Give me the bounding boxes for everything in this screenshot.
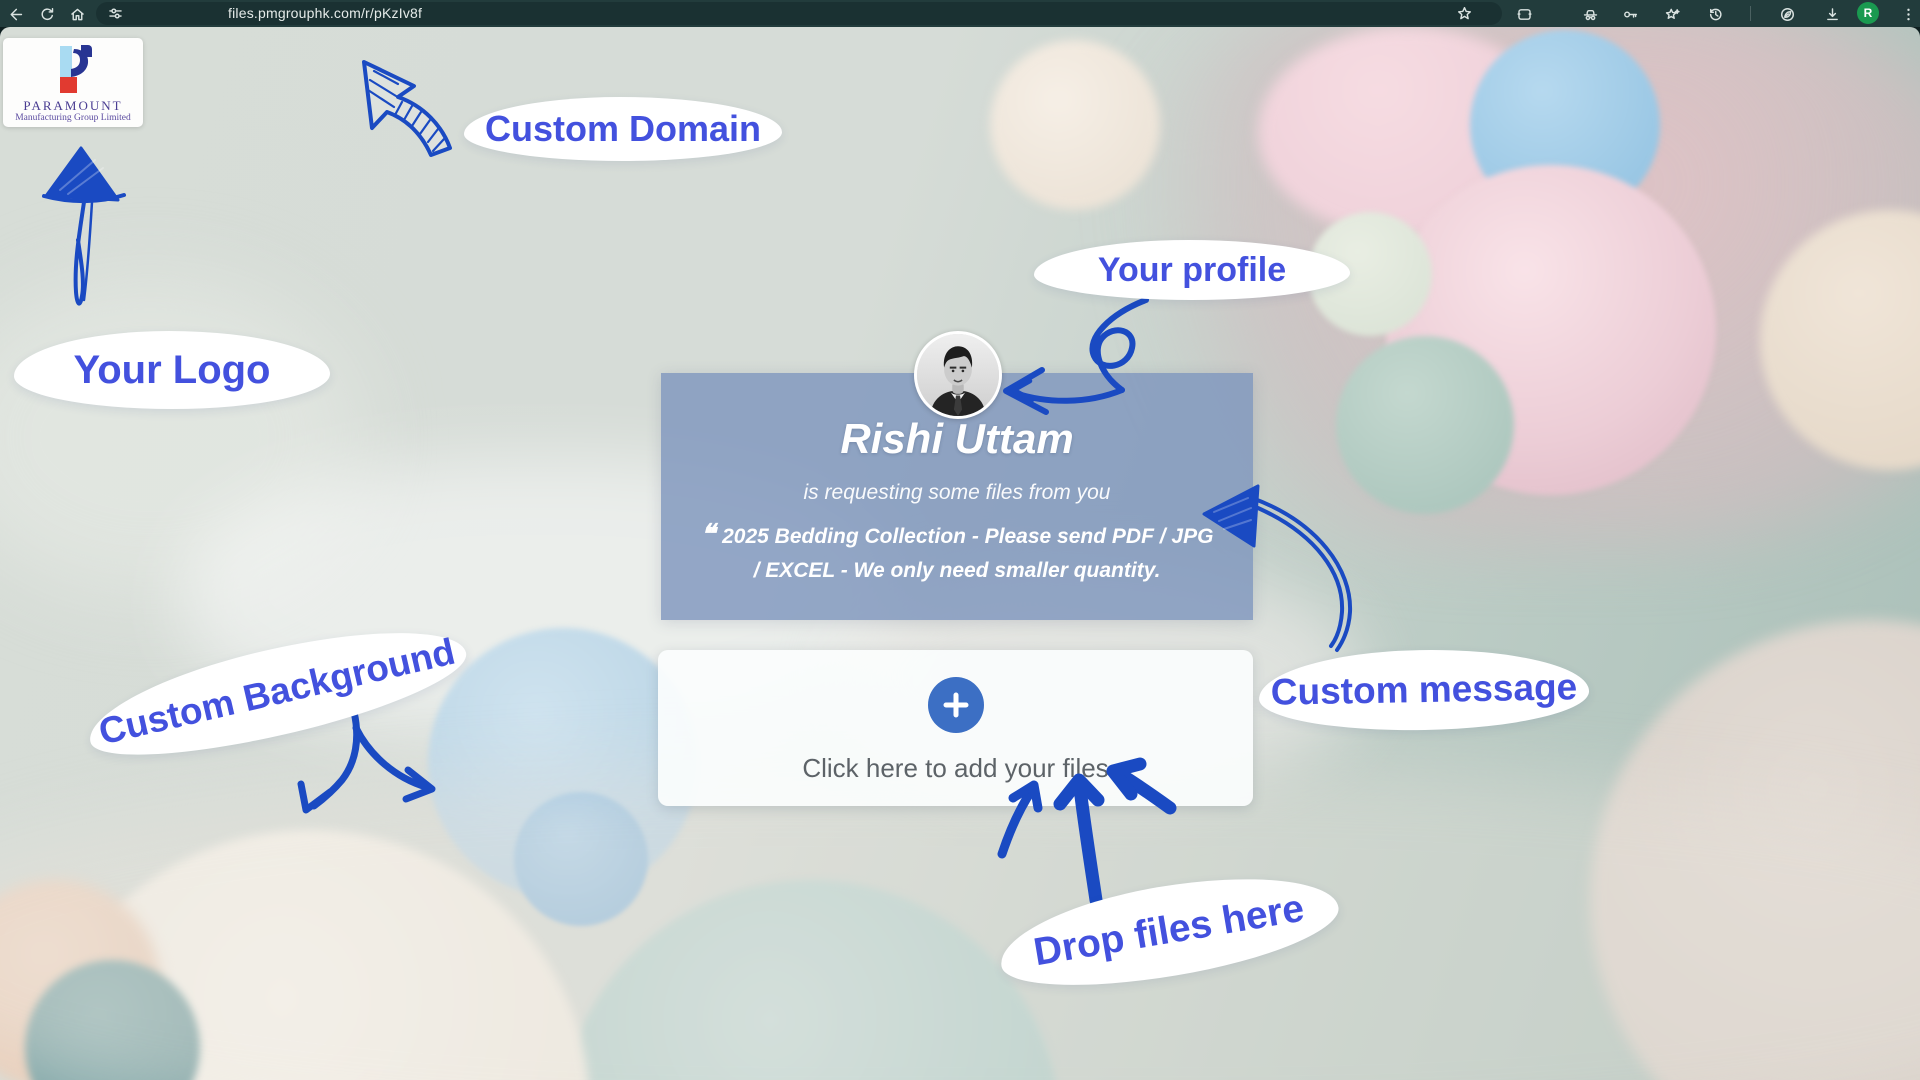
downloads-icon[interactable] (1821, 3, 1843, 25)
logo-subname: Manufacturing Group Limited (3, 113, 143, 123)
url-bar[interactable]: files.pmgrouphk.com/r/pKzIv8f (96, 2, 1502, 25)
logo-name: PARAMOUNT (3, 98, 143, 114)
browser-toolbar: files.pmgrouphk.com/r/pKzIv8f R (0, 0, 1920, 27)
reload-icon[interactable] (36, 3, 58, 25)
starred-bookmarks-icon[interactable] (1661, 3, 1683, 25)
file-request-page: PARAMOUNT Manufacturing Group Limited (0, 27, 1920, 1080)
drop-zone-label: Click here to add your files (658, 753, 1253, 784)
bookmark-star-icon[interactable] (1453, 2, 1475, 24)
profile-avatar[interactable]: R (1857, 2, 1879, 24)
plus-icon (943, 692, 969, 718)
annotation-your-profile: Your profile (1034, 240, 1350, 300)
back-icon[interactable] (4, 3, 26, 25)
requester-portrait (917, 334, 999, 416)
toolbar-separator (1750, 6, 1751, 21)
annotation-custom-domain: Custom Domain (464, 97, 782, 161)
requester-name: Rishi Uttam (661, 415, 1253, 463)
annotation-your-logo: Your Logo (14, 331, 330, 409)
menu-kebab-icon[interactable] (1897, 3, 1919, 25)
site-settings-icon[interactable] (104, 2, 126, 24)
incognito-icon[interactable] (1579, 3, 1601, 25)
request-message: ❝2025 Bedding Collection - Please send P… (697, 517, 1217, 588)
add-files-button[interactable] (928, 677, 984, 733)
request-message-text: 2025 Bedding Collection - Please send PD… (722, 525, 1213, 582)
quote-icon: ❝ (701, 519, 716, 549)
file-drop-zone[interactable]: Click here to add your files (658, 650, 1253, 806)
requester-avatar (914, 331, 1002, 419)
url-text[interactable]: files.pmgrouphk.com/r/pKzIv8f (228, 2, 422, 25)
company-logo: PARAMOUNT Manufacturing Group Limited (3, 38, 143, 127)
side-panel-icon[interactable] (1513, 3, 1535, 25)
file-request-card: Rishi Uttam is requesting some files fro… (661, 373, 1253, 620)
eco-leaf-icon[interactable] (1776, 3, 1798, 25)
password-key-icon[interactable] (1619, 3, 1641, 25)
home-icon[interactable] (66, 3, 88, 25)
custom-domain-arrow (364, 62, 450, 155)
history-icon[interactable] (1704, 3, 1726, 25)
paramount-logo-mark (53, 44, 93, 96)
request-subtitle: is requesting some files from you (661, 481, 1253, 505)
